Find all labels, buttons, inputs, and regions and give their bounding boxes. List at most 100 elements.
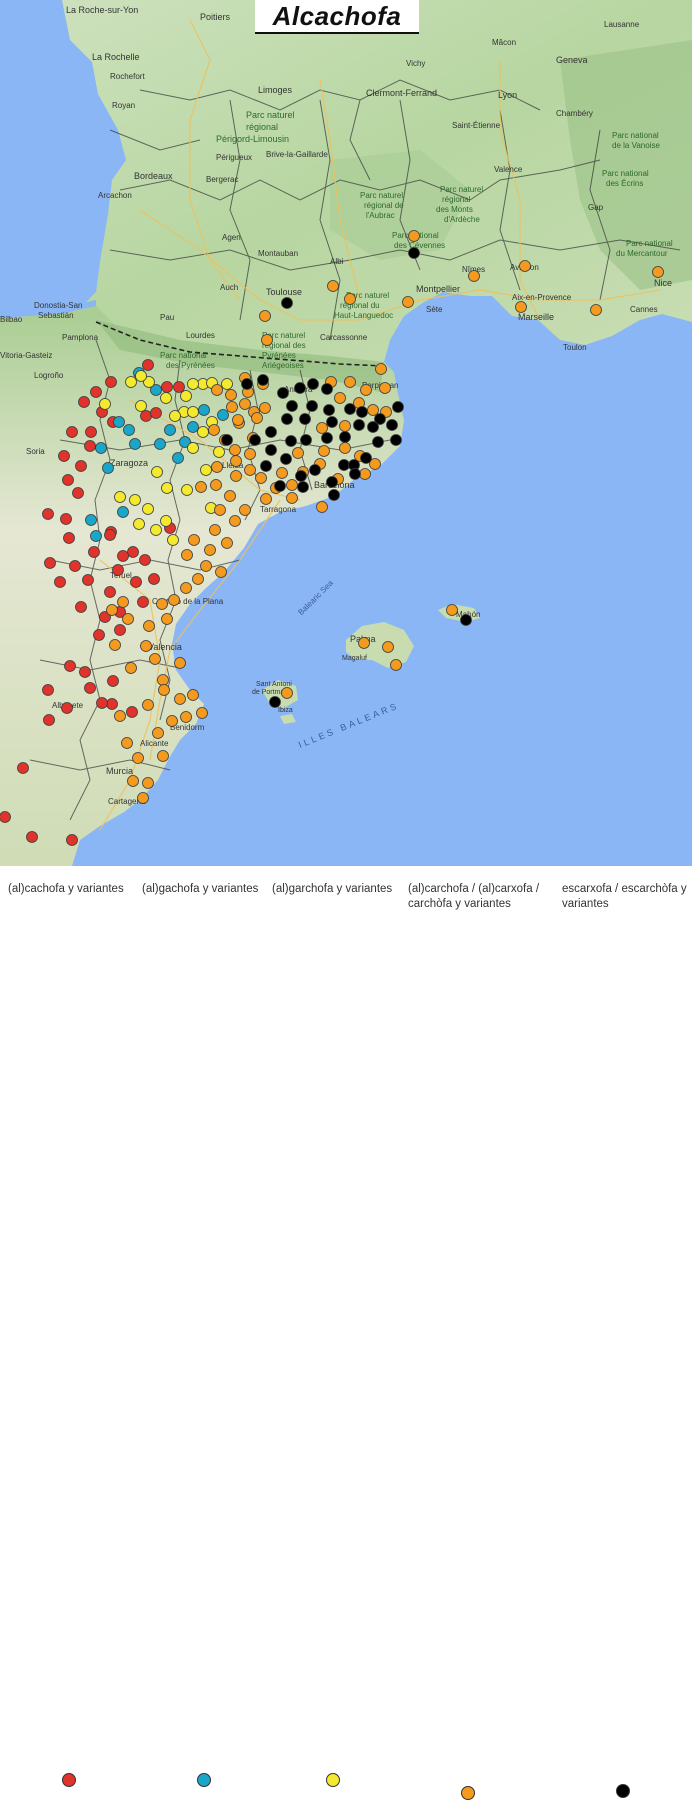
marker-black[interactable]: [390, 434, 402, 446]
marker-orange[interactable]: [209, 524, 221, 536]
marker-red[interactable]: [114, 624, 126, 636]
marker-red[interactable]: [105, 376, 117, 388]
marker-orange[interactable]: [344, 293, 356, 305]
marker-orange[interactable]: [204, 544, 216, 556]
marker-red[interactable]: [66, 834, 78, 846]
marker-orange[interactable]: [180, 582, 192, 594]
marker-blue[interactable]: [113, 416, 125, 428]
marker-red[interactable]: [60, 513, 72, 525]
marker-red[interactable]: [75, 601, 87, 613]
marker-orange[interactable]: [192, 573, 204, 585]
marker-orange[interactable]: [360, 384, 372, 396]
marker-orange[interactable]: [239, 504, 251, 516]
marker-orange[interactable]: [590, 304, 602, 316]
marker-orange[interactable]: [261, 334, 273, 346]
marker-black[interactable]: [460, 614, 472, 626]
marker-black[interactable]: [360, 452, 372, 464]
marker-blue[interactable]: [154, 438, 166, 450]
marker-orange[interactable]: [225, 389, 237, 401]
marker-black[interactable]: [300, 434, 312, 446]
marker-orange[interactable]: [187, 689, 199, 701]
marker-red[interactable]: [64, 660, 76, 672]
marker-black[interactable]: [349, 468, 361, 480]
marker-orange[interactable]: [122, 613, 134, 625]
marker-yellow[interactable]: [169, 410, 181, 422]
marker-orange[interactable]: [286, 492, 298, 504]
marker-red[interactable]: [104, 529, 116, 541]
marker-orange[interactable]: [210, 479, 222, 491]
marker-black[interactable]: [326, 416, 338, 428]
marker-orange[interactable]: [446, 604, 458, 616]
marker-black[interactable]: [309, 464, 321, 476]
marker-red[interactable]: [85, 426, 97, 438]
marker-orange[interactable]: [367, 404, 379, 416]
marker-red[interactable]: [137, 596, 149, 608]
marker-black[interactable]: [265, 444, 277, 456]
marker-red[interactable]: [58, 450, 70, 462]
marker-orange[interactable]: [157, 674, 169, 686]
marker-blue[interactable]: [95, 442, 107, 454]
marker-orange[interactable]: [232, 414, 244, 426]
marker-red[interactable]: [62, 474, 74, 486]
marker-orange[interactable]: [230, 470, 242, 482]
marker-black[interactable]: [257, 374, 269, 386]
marker-yellow[interactable]: [135, 400, 147, 412]
marker-red[interactable]: [54, 576, 66, 588]
marker-orange[interactable]: [114, 710, 126, 722]
marker-orange[interactable]: [379, 382, 391, 394]
marker-yellow[interactable]: [129, 494, 141, 506]
marker-orange[interactable]: [208, 424, 220, 436]
marker-yellow[interactable]: [151, 466, 163, 478]
marker-blue[interactable]: [102, 462, 114, 474]
marker-black[interactable]: [221, 434, 233, 446]
marker-blue[interactable]: [187, 421, 199, 433]
marker-red[interactable]: [75, 460, 87, 472]
marker-black[interactable]: [281, 297, 293, 309]
marker-black[interactable]: [280, 453, 292, 465]
marker-black[interactable]: [294, 382, 306, 394]
marker-orange[interactable]: [224, 490, 236, 502]
marker-orange[interactable]: [344, 376, 356, 388]
marker-red[interactable]: [0, 811, 11, 823]
marker-black[interactable]: [286, 400, 298, 412]
marker-orange[interactable]: [339, 442, 351, 454]
marker-yellow[interactable]: [160, 392, 172, 404]
marker-blue[interactable]: [164, 424, 176, 436]
marker-black[interactable]: [326, 476, 338, 488]
marker-black[interactable]: [277, 387, 289, 399]
marker-black[interactable]: [306, 400, 318, 412]
marker-orange[interactable]: [251, 412, 263, 424]
marker-orange[interactable]: [281, 687, 293, 699]
marker-orange[interactable]: [109, 639, 121, 651]
marker-orange[interactable]: [402, 296, 414, 308]
marker-orange[interactable]: [156, 598, 168, 610]
marker-orange[interactable]: [652, 266, 664, 278]
marker-orange[interactable]: [292, 447, 304, 459]
marker-orange[interactable]: [239, 398, 251, 410]
marker-blue[interactable]: [117, 506, 129, 518]
marker-red[interactable]: [84, 440, 96, 452]
marker-red[interactable]: [84, 682, 96, 694]
marker-red[interactable]: [112, 564, 124, 576]
marker-orange[interactable]: [276, 467, 288, 479]
marker-yellow[interactable]: [180, 390, 192, 402]
marker-red[interactable]: [44, 557, 56, 569]
marker-orange[interactable]: [316, 422, 328, 434]
marker-black[interactable]: [392, 401, 404, 413]
marker-orange[interactable]: [166, 715, 178, 727]
marker-orange[interactable]: [316, 501, 328, 513]
marker-orange[interactable]: [117, 596, 129, 608]
marker-yellow[interactable]: [133, 518, 145, 530]
marker-red[interactable]: [161, 381, 173, 393]
marker-red[interactable]: [78, 396, 90, 408]
marker-black[interactable]: [321, 432, 333, 444]
marker-red[interactable]: [26, 831, 38, 843]
marker-yellow[interactable]: [161, 482, 173, 494]
marker-black[interactable]: [339, 431, 351, 443]
marker-orange[interactable]: [200, 560, 212, 572]
marker-black[interactable]: [328, 489, 340, 501]
marker-black[interactable]: [307, 378, 319, 390]
marker-yellow[interactable]: [181, 484, 193, 496]
marker-orange[interactable]: [327, 280, 339, 292]
marker-orange[interactable]: [519, 260, 531, 272]
